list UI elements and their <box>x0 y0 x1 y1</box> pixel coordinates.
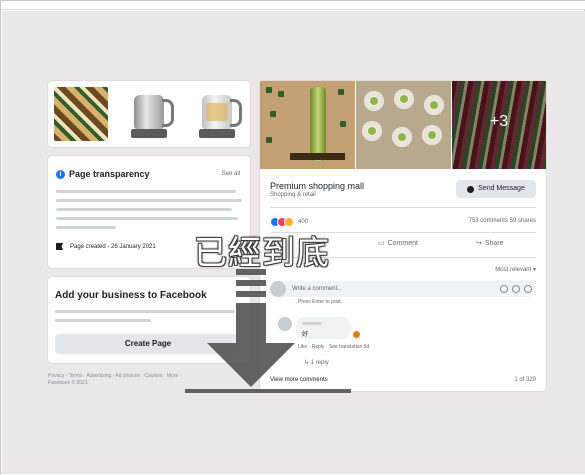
end-of-page-overlay-text: 已經到底 <box>194 233 330 272</box>
screenshot-frame: i Page transparency See all Page created… <box>0 0 585 474</box>
